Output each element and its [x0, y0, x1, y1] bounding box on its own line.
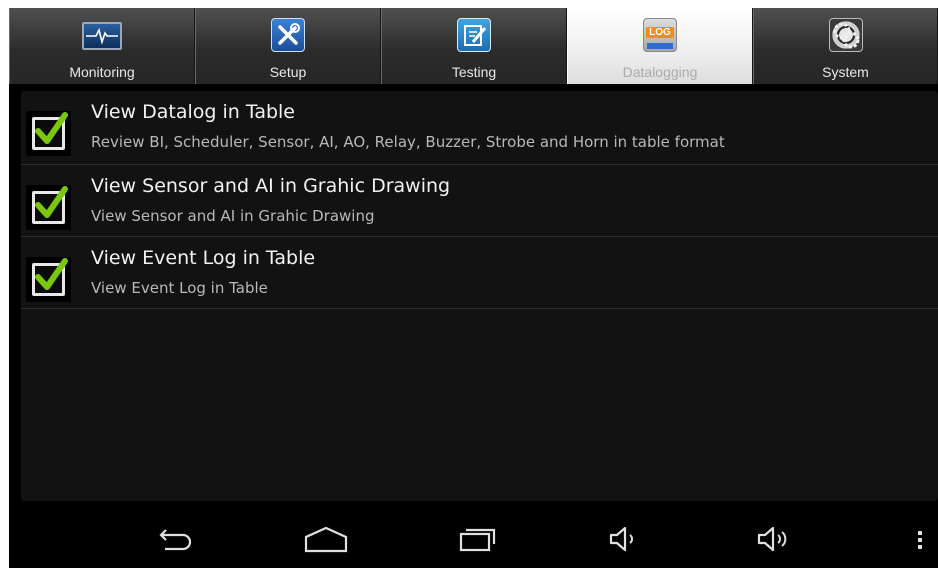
checkbox[interactable]	[26, 111, 71, 156]
overflow-menu-icon[interactable]	[915, 524, 925, 558]
monitor-heartbeat-icon	[82, 22, 122, 50]
gears-icon	[828, 18, 863, 52]
checkbox[interactable]	[26, 185, 71, 230]
tab-bar: Monitoring Setup Testing LOG Datalogging…	[9, 8, 938, 84]
tab-setup[interactable]: Setup	[195, 8, 381, 84]
tools-icon	[271, 18, 305, 52]
tab-system[interactable]: System	[753, 8, 938, 84]
item-subtitle: Review BI, Scheduler, Sensor, AI, AO, Re…	[91, 133, 725, 151]
back-icon[interactable]	[155, 524, 195, 558]
home-icon[interactable]	[303, 524, 349, 558]
checkmark-icon	[35, 186, 68, 218]
tab-datalogging[interactable]: LOG Datalogging	[567, 8, 753, 84]
navigation-bar	[9, 510, 938, 568]
checkmark-icon	[35, 112, 68, 144]
device-screen: Monitoring Setup Testing LOG Datalogging…	[9, 8, 938, 568]
tab-label: Testing	[451, 64, 497, 80]
log-icon: LOG	[643, 18, 677, 52]
item-subtitle: View Event Log in Table	[91, 279, 268, 297]
list-item-view-datalog[interactable]: View Datalog in Table Review BI, Schedul…	[21, 91, 938, 165]
recent-apps-icon[interactable]	[457, 524, 499, 558]
item-title: View Sensor and AI in Grahic Drawing	[91, 175, 451, 197]
tab-testing[interactable]: Testing	[381, 8, 567, 84]
checkbox[interactable]	[26, 257, 71, 302]
notepad-pencil-icon	[457, 18, 491, 52]
tab-label: Datalogging	[622, 64, 698, 80]
tab-label: System	[822, 64, 869, 80]
list-item-view-sensor-ai[interactable]: View Sensor and AI in Grahic Drawing Vie…	[21, 165, 938, 237]
item-title: View Event Log in Table	[91, 247, 316, 269]
volume-up-icon[interactable]	[755, 524, 795, 558]
item-title: View Datalog in Table	[91, 101, 295, 123]
tab-label: Setup	[269, 64, 307, 80]
volume-down-icon[interactable]	[607, 524, 641, 558]
item-subtitle: View Sensor and AI in Grahic Drawing	[91, 207, 375, 225]
datalogging-menu-list: View Datalog in Table Review BI, Schedul…	[21, 91, 938, 501]
list-item-view-event-log[interactable]: View Event Log in Table View Event Log i…	[21, 237, 938, 309]
checkmark-icon	[35, 258, 68, 290]
tab-label: Monitoring	[69, 64, 135, 80]
tab-monitoring[interactable]: Monitoring	[9, 8, 195, 84]
